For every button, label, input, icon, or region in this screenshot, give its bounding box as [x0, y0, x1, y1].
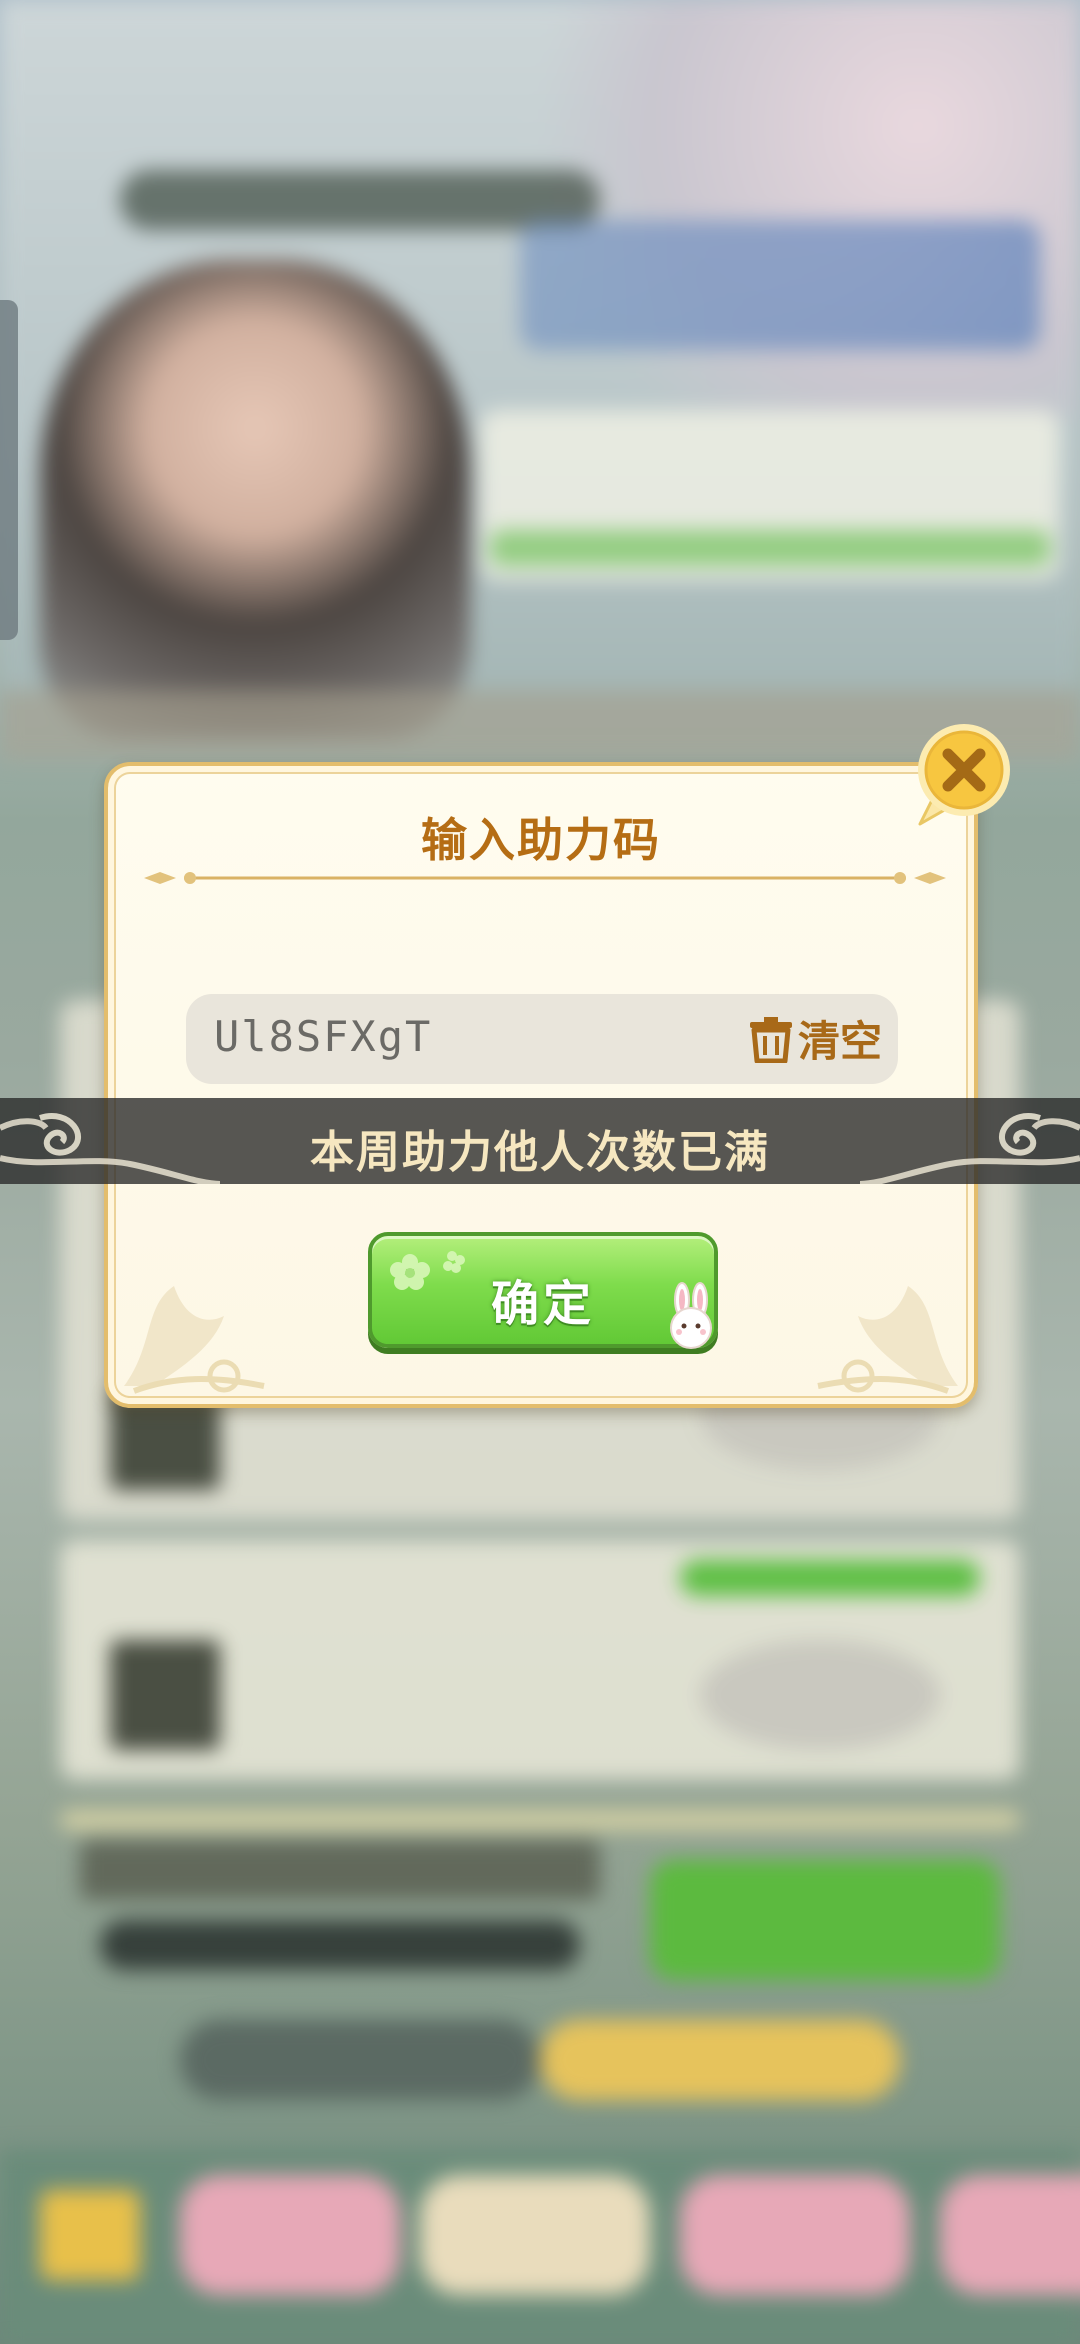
clear-button[interactable]: 清空 — [748, 1008, 882, 1068]
banner-character — [40, 260, 470, 740]
toast-notification: 本周助力他人次数已满 — [0, 1098, 1080, 1184]
clear-label: 清空 — [797, 1016, 882, 1066]
trash-icon — [749, 1017, 792, 1063]
close-dialog-button[interactable] — [912, 720, 1014, 830]
corner-ornament-left — [124, 1286, 265, 1394]
corner-ornament-right — [817, 1286, 958, 1394]
code-input-field[interactable]: Ul8SFXgT 清空 — [186, 994, 898, 1084]
close-x-icon — [918, 724, 1010, 826]
code-input-value[interactable]: Ul8SFXgT — [214, 1012, 432, 1061]
swirl-ornament-right — [860, 1113, 1080, 1184]
title-divider — [144, 872, 946, 884]
dialog-title: 输入助力码 — [421, 813, 661, 867]
rabbit-icon — [670, 1282, 712, 1349]
confirm-button[interactable]: 确定 — [368, 1232, 718, 1349]
side-tab-handle[interactable] — [0, 300, 18, 640]
app-screen: 输入助力码 Ul8SFXgT 清空 确定 本周助力他人次数已满 — [0, 0, 1080, 2344]
input-code-dialog: 输入助力码 Ul8SFXgT 清空 确定 — [104, 762, 978, 1408]
